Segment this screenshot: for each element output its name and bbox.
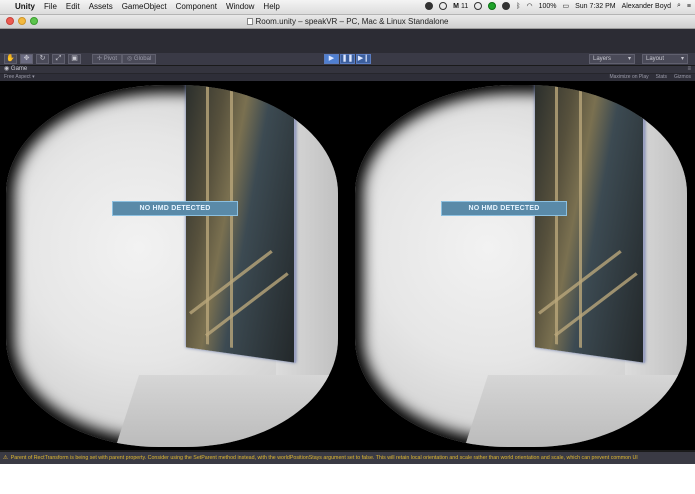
search-icon[interactable]: ⌕ <box>677 2 681 10</box>
gizmos-dropdown[interactable]: Gizmos <box>674 74 691 81</box>
photo-detail <box>230 87 233 348</box>
rotate-tool-icon[interactable]: ↻ <box>36 54 49 64</box>
room-floor <box>462 375 687 447</box>
pause-button[interactable]: ❚❚ <box>340 54 355 64</box>
photo-detail <box>579 87 582 348</box>
photo-panel <box>186 85 296 363</box>
wifi-icon[interactable]: ◠ <box>526 2 532 10</box>
menu-file[interactable]: File <box>44 2 57 11</box>
layout-label: Layout <box>646 56 665 62</box>
move-tool-icon[interactable]: ✥ <box>20 54 33 64</box>
battery-percent[interactable]: 100% <box>539 3 557 10</box>
photo-detail <box>553 272 638 337</box>
app-status-icon[interactable] <box>488 2 497 10</box>
bluetooth-icon[interactable]: ᛒ <box>516 3 520 10</box>
status-icon[interactable] <box>425 2 434 10</box>
hmd-status-label: NO HMD DETECTED <box>112 201 238 216</box>
clock[interactable]: Sun 7:32 PM <box>575 3 615 10</box>
layout-dropdown[interactable]: Layout ▾ <box>642 54 688 64</box>
layers-dropdown[interactable]: Layers ▾ <box>589 54 635 64</box>
toolbar-row: ✋ ✥ ↻ ⤢ ▣ ✢ Pivot ◎ Global ▶ ❚❚ ▶❙ Layer… <box>0 53 695 65</box>
window-title-text: Room.unity – speakVR – PC, Mac & Linux S… <box>255 17 449 26</box>
page-bottom-margin <box>0 464 695 494</box>
global-label: Global <box>133 56 152 62</box>
game-tab-bar: ◉ Game ≡ <box>0 66 695 74</box>
menu-help[interactable]: Help <box>263 2 279 11</box>
warning-icon: ⚠ <box>3 455 8 461</box>
timer-icon[interactable] <box>502 2 511 10</box>
hand-tool-icon[interactable]: ✋ <box>4 54 17 64</box>
tab-menu-icon[interactable]: ≡ <box>687 66 691 73</box>
console-message: Parent of RectTransform is being set wit… <box>10 455 638 461</box>
chevron-down-icon: ▾ <box>627 56 631 62</box>
rect-tool-icon[interactable]: ▣ <box>68 54 81 64</box>
layers-label: Layers <box>593 56 612 62</box>
menu-assets[interactable]: Assets <box>89 2 113 11</box>
left-lens <box>6 85 338 447</box>
scale-tool-icon[interactable]: ⤢ <box>52 54 65 64</box>
pivot-toggle[interactable]: ✢ Pivot <box>92 54 123 64</box>
game-viewport[interactable]: NO HMD DETECTED NO HMD DETECTED <box>0 81 695 450</box>
maximize-on-play-toggle[interactable]: Maximize on Play <box>609 74 648 81</box>
menu-window[interactable]: Window <box>226 2 254 11</box>
user-name[interactable]: Alexander Boyd <box>622 3 671 10</box>
left-eye-view: NO HMD DETECTED <box>0 81 346 450</box>
menu-edit[interactable]: Edit <box>66 2 80 11</box>
sync-icon[interactable] <box>439 2 448 10</box>
window-title: Room.unity – speakVR – PC, Mac & Linux S… <box>0 17 695 26</box>
menu-bar: Unity File Edit Assets GameObject Compon… <box>0 0 695 15</box>
list-icon[interactable]: ≡ <box>687 3 691 10</box>
record-icon[interactable] <box>474 2 483 10</box>
unity-toolbar: ✋ ✥ ↻ ⤢ ▣ ✢ Pivot ◎ Global ▶ ❚❚ ▶❙ Layer… <box>0 29 695 65</box>
window-titlebar: Room.unity – speakVR – PC, Mac & Linux S… <box>0 15 695 29</box>
pivot-label: Pivot <box>103 56 118 62</box>
right-lens <box>355 85 687 447</box>
hmd-status-label: NO HMD DETECTED <box>441 201 567 216</box>
global-toggle[interactable]: ◎ Global <box>122 54 157 64</box>
menu-component[interactable]: Component <box>176 2 217 11</box>
battery-icon[interactable]: ▭ <box>562 2 569 10</box>
tab-game[interactable]: ◉ Game <box>4 66 27 73</box>
photo-panel <box>535 85 645 363</box>
console-status-bar[interactable]: ⚠ Parent of RectTransform is being set wi… <box>0 452 695 464</box>
stats-toggle[interactable]: Stats <box>656 74 667 81</box>
play-button[interactable]: ▶ <box>324 54 339 64</box>
game-view-options: Free Aspect ▾ Maximize on Play Stats Giz… <box>0 74 695 81</box>
step-button[interactable]: ▶❙ <box>356 54 371 64</box>
notification-count[interactable]: M 11 <box>453 3 468 10</box>
aspect-dropdown[interactable]: Free Aspect ▾ <box>4 74 35 81</box>
menu-gameobject[interactable]: GameObject <box>122 2 167 11</box>
tab-game-label: Game <box>10 66 28 72</box>
chevron-down-icon: ▾ <box>680 56 684 62</box>
room-floor <box>113 375 338 447</box>
photo-detail <box>204 272 289 337</box>
aspect-label: Free Aspect <box>4 74 31 80</box>
right-eye-view: NO HMD DETECTED <box>349 81 695 450</box>
document-icon <box>246 18 253 25</box>
menu-app-name[interactable]: Unity <box>15 2 35 11</box>
